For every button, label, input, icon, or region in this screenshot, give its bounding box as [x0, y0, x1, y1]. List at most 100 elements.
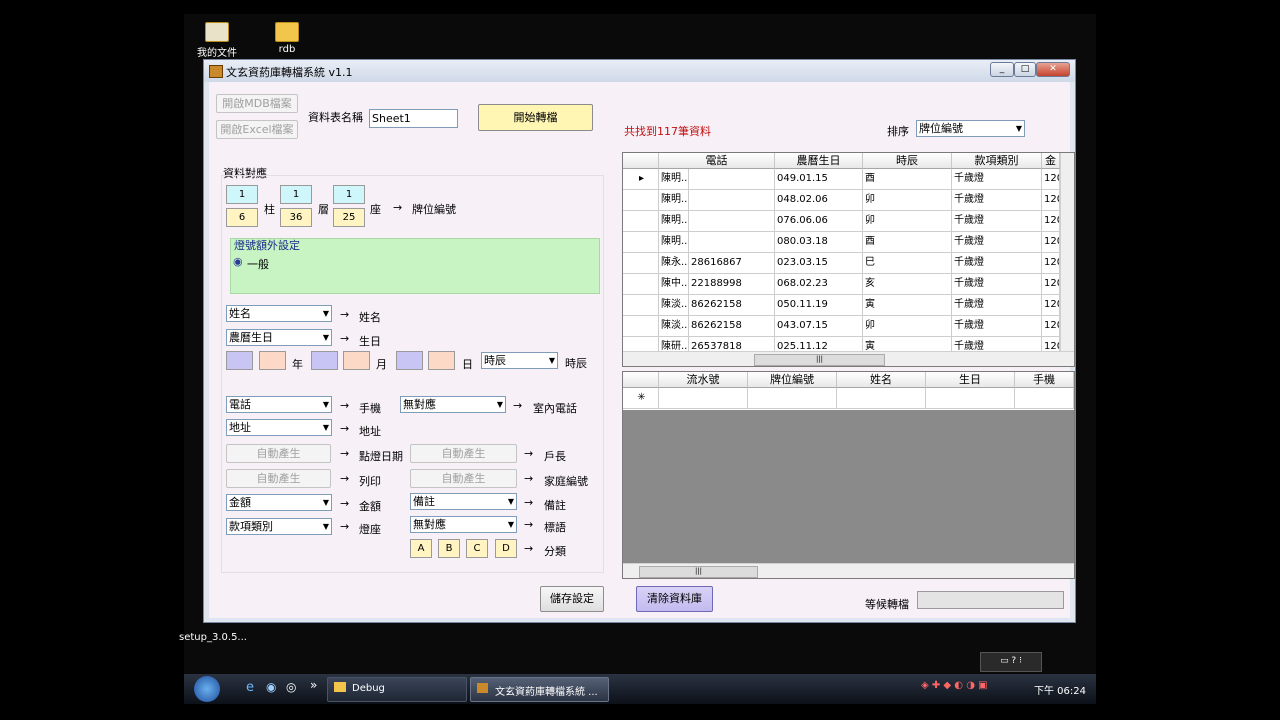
table-cell[interactable]: [748, 388, 837, 409]
table-cell[interactable]: 卯: [863, 211, 952, 232]
table-cell[interactable]: 080.03.18: [775, 232, 863, 253]
category-d-button[interactable]: D: [495, 539, 517, 558]
row-header[interactable]: [623, 232, 659, 253]
column-header[interactable]: 農曆生日: [775, 153, 863, 169]
column-header[interactable]: 電話: [659, 153, 775, 169]
scroll-thumb[interactable]: |||: [639, 566, 758, 578]
scroll-thumb[interactable]: |||: [754, 354, 885, 366]
ie-icon[interactable]: e: [246, 680, 254, 695]
table-cell[interactable]: 陳明...: [659, 232, 689, 253]
table-cell[interactable]: 巳: [863, 253, 952, 274]
row-header[interactable]: [623, 253, 659, 274]
sheet-input[interactable]: Sheet1: [369, 109, 458, 128]
table-cell[interactable]: [1015, 388, 1074, 409]
taskbar-item-debug[interactable]: Debug: [327, 677, 467, 702]
table-cell[interactable]: 寅: [863, 295, 952, 316]
month-start-input[interactable]: [311, 351, 338, 370]
table-cell[interactable]: [689, 169, 775, 190]
auto-generate-button[interactable]: 自動產生: [226, 469, 331, 488]
seat-start-input[interactable]: 1: [333, 185, 365, 204]
table-cell[interactable]: 卯: [863, 190, 952, 211]
table-cell[interactable]: 023.03.15: [775, 253, 863, 274]
horizontal-scrollbar[interactable]: |||: [623, 351, 1074, 366]
row-header[interactable]: [623, 295, 659, 316]
table-cell[interactable]: 22188998: [689, 274, 775, 295]
seat-end-input[interactable]: 25: [333, 208, 365, 227]
table-cell[interactable]: [689, 190, 775, 211]
col-start-input[interactable]: 1: [226, 185, 258, 204]
table-cell[interactable]: 068.02.23: [775, 274, 863, 295]
name-select[interactable]: 姓名 ▼: [226, 305, 332, 322]
table-cell[interactable]: 28616867: [689, 253, 775, 274]
day-start-input[interactable]: [396, 351, 423, 370]
clock[interactable]: 下午 06:24: [1034, 682, 1086, 697]
layer-end-input[interactable]: 36: [280, 208, 312, 227]
table-cell[interactable]: 049.01.15: [775, 169, 863, 190]
table-cell[interactable]: 陳淡...: [659, 316, 689, 337]
table-cell[interactable]: 陳明...: [659, 190, 689, 211]
table-cell[interactable]: 076.06.06: [775, 211, 863, 232]
row-header[interactable]: [623, 211, 659, 232]
category-b-button[interactable]: B: [438, 539, 460, 558]
start-button[interactable]: 開始轉檔: [478, 104, 593, 131]
hour-select[interactable]: 時辰 ▼: [481, 352, 558, 369]
table-cell[interactable]: 千歲燈: [952, 232, 1042, 253]
auto-generate-button[interactable]: 自動產生: [410, 444, 517, 463]
table-cell[interactable]: [689, 211, 775, 232]
maximize-button[interactable]: □: [1014, 62, 1036, 77]
table-cell[interactable]: 千歲燈: [952, 190, 1042, 211]
table-cell[interactable]: 86262158: [689, 295, 775, 316]
row-header[interactable]: [623, 274, 659, 295]
table-cell[interactable]: 陳明...: [659, 211, 689, 232]
close-button[interactable]: ✕: [1036, 62, 1070, 77]
row-header[interactable]: ▸: [623, 169, 659, 190]
table-cell[interactable]: [659, 388, 748, 409]
amount-select[interactable]: 金額 ▼: [226, 494, 332, 511]
table-cell[interactable]: 120: [1042, 253, 1060, 274]
address-select[interactable]: 地址 ▼: [226, 419, 332, 436]
minimize-button[interactable]: _: [990, 62, 1014, 77]
table-cell[interactable]: 120: [1042, 232, 1060, 253]
layer-start-input[interactable]: 1: [280, 185, 312, 204]
sort-select[interactable]: 牌位編號 ▼: [916, 120, 1025, 137]
table-cell[interactable]: 120: [1042, 211, 1060, 232]
table-cell[interactable]: 120: [1042, 190, 1060, 211]
table-cell[interactable]: 亥: [863, 274, 952, 295]
save-settings-button[interactable]: 儲存設定: [540, 586, 604, 612]
table-cell[interactable]: 千歲燈: [952, 253, 1042, 274]
taskbar-item-app[interactable]: 文玄資葯庫轉檔系統 ...: [470, 677, 609, 702]
type-select[interactable]: 款項類別 ▼: [226, 518, 332, 535]
tag-select[interactable]: 無對應 ▼: [410, 516, 517, 533]
day-end-input[interactable]: [428, 351, 455, 370]
open-excel-button[interactable]: 開啟Excel檔案: [216, 120, 298, 139]
results-grid[interactable]: 電話 農曆生日 時辰 款項類別 金 ▸陳明...049.01.15酉千歲燈120…: [622, 152, 1075, 367]
start-button[interactable]: [194, 676, 220, 702]
table-cell[interactable]: 陳永...: [659, 253, 689, 274]
table-cell[interactable]: 86262158: [689, 316, 775, 337]
table-cell[interactable]: 卯: [863, 316, 952, 337]
column-header[interactable]: 流水號: [659, 372, 748, 388]
year-end-input[interactable]: [259, 351, 286, 370]
desktop-icon-folder[interactable]: rdb: [252, 22, 322, 55]
table-cell[interactable]: 千歲燈: [952, 211, 1042, 232]
category-c-button[interactable]: C: [466, 539, 488, 558]
column-header[interactable]: 生日: [926, 372, 1015, 388]
title-bar[interactable]: 文玄資葯庫轉檔系統 v1.1 _ □ ✕: [204, 60, 1075, 82]
auto-generate-button[interactable]: 自動產生: [226, 444, 331, 463]
language-bar[interactable]: ▭ ? ⁝: [980, 652, 1042, 672]
table-cell[interactable]: 酉: [863, 232, 952, 253]
table-cell[interactable]: 陳明...: [659, 169, 689, 190]
desktop-icon-setup[interactable]: setup_3.0.5...: [178, 632, 248, 643]
table-cell[interactable]: 千歲燈: [952, 169, 1042, 190]
tray-icons[interactable]: ◈ ✚ ◆ ◐ ◑ ▣: [921, 680, 988, 691]
desktop-icon-documents[interactable]: 我的文件: [182, 22, 252, 59]
column-header[interactable]: 手機: [1015, 372, 1074, 388]
table-cell[interactable]: [689, 232, 775, 253]
open-mdb-button[interactable]: 開啟MDB檔案: [216, 94, 298, 113]
column-header[interactable]: 時辰: [863, 153, 952, 169]
table-cell[interactable]: 120: [1042, 169, 1060, 190]
year-start-input[interactable]: [226, 351, 253, 370]
table-cell[interactable]: 千歲燈: [952, 316, 1042, 337]
table-cell[interactable]: 120: [1042, 295, 1060, 316]
category-a-button[interactable]: A: [410, 539, 432, 558]
